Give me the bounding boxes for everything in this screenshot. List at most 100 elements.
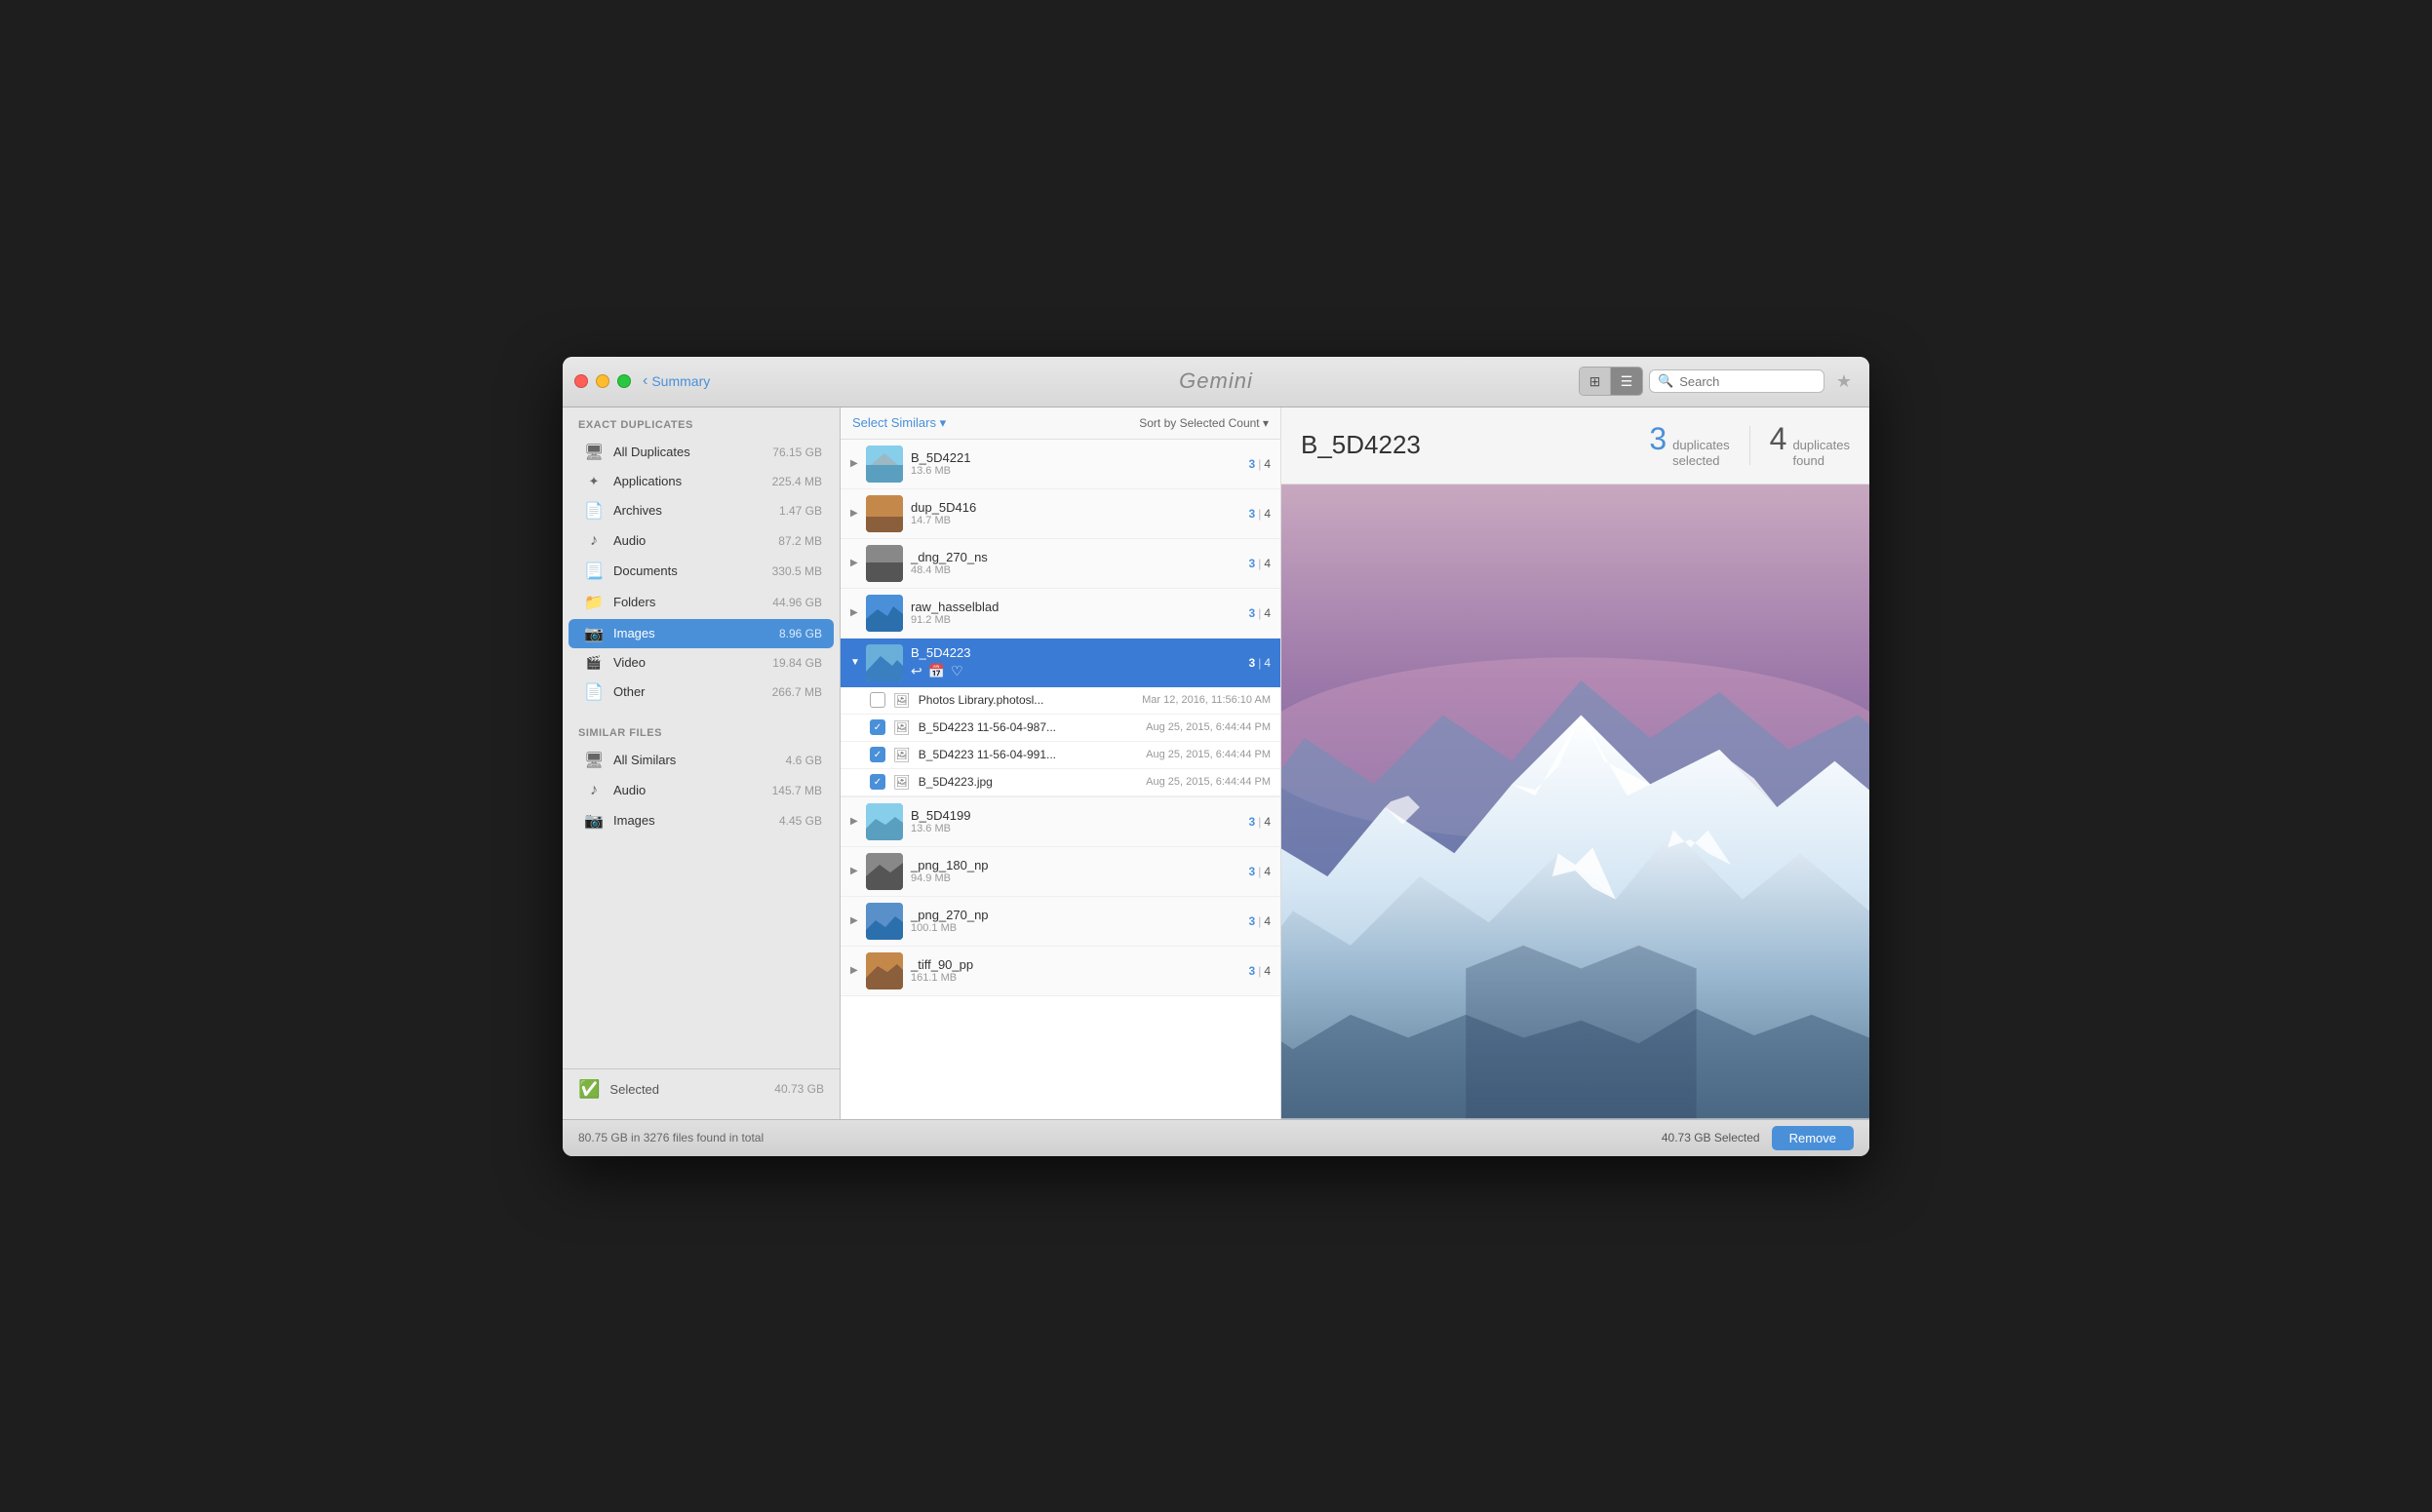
group-arrow-B_5D4199: ▶ bbox=[850, 816, 866, 827]
file-group-header-dup_5D416[interactable]: ▶ dup_5D416 14.7 MB 3 | 4 bbox=[841, 489, 1280, 538]
group-info-dng_270_ns: _dng_270_ns 48.4 MB bbox=[911, 550, 1249, 576]
group-name-B_5D4221: B_5D4221 bbox=[911, 450, 1249, 465]
checkbox-b5d4223-987[interactable]: ✓ bbox=[870, 719, 885, 735]
preview-title: B_5D4223 bbox=[1301, 430, 1629, 460]
sidebar-size-sim-images: 4.45 GB bbox=[779, 814, 822, 828]
titlebar-right: ⊞ ☰ 🔍 ★ bbox=[1579, 367, 1858, 396]
sidebar-label-video: Video bbox=[613, 655, 763, 670]
file-subitem-b5d4223-991[interactable]: ✓ 🖼 B_5D4223 11-56-04-991... Aug 25, 201… bbox=[841, 742, 1280, 769]
stat-selected: 3 duplicatesselected bbox=[1649, 421, 1729, 471]
stat-found: 4 duplicatesfound bbox=[1770, 421, 1850, 471]
file-name-b5d4223-991: B_5D4223 11-56-04-991... bbox=[919, 748, 1138, 761]
sidebar-item-images[interactable]: 📷 Images 8.96 GB bbox=[569, 619, 834, 648]
group-size-B_5D4221: 13.6 MB bbox=[911, 465, 1249, 477]
grid-view-button[interactable]: ⊞ bbox=[1580, 368, 1611, 395]
group-thumb-dup_5D416 bbox=[866, 495, 903, 532]
preview-panel: B_5D4223 3 duplicatesselected 4 duplicat… bbox=[1281, 407, 1869, 1119]
action-heart-icon[interactable]: ♡ bbox=[951, 663, 963, 679]
file-date-b5d4223-991: Aug 25, 2015, 6:44:44 PM bbox=[1146, 749, 1271, 760]
group-info-raw_hasselblad: raw_hasselblad 91.2 MB bbox=[911, 600, 1249, 626]
preview-stats: 3 duplicatesselected 4 duplicatesfound bbox=[1649, 421, 1850, 471]
sidebar-item-folders[interactable]: 📁 Folders 44.96 GB bbox=[569, 588, 834, 617]
select-similars-button[interactable]: Select Similars ▾ bbox=[852, 415, 946, 431]
sort-label: Sort by Selected Count ▾ bbox=[1139, 416, 1269, 430]
status-selected-text: 40.73 GB Selected bbox=[1662, 1131, 1760, 1144]
stat-num-found: 4 bbox=[1770, 421, 1787, 457]
action-calendar-icon[interactable]: 📅 bbox=[928, 663, 945, 679]
images-icon: 📷 bbox=[584, 624, 604, 643]
file-type-b5d4223-jpg: 🖼 bbox=[893, 774, 911, 791]
other-icon: 📄 bbox=[584, 682, 604, 702]
sidebar-item-applications[interactable]: ✦ Applications 225.4 MB bbox=[569, 469, 834, 494]
minimize-button[interactable] bbox=[596, 374, 609, 388]
group-size-B_5D4199: 13.6 MB bbox=[911, 823, 1249, 834]
group-size-png_180_np: 94.9 MB bbox=[911, 872, 1249, 884]
back-button[interactable]: ‹ Summary bbox=[643, 372, 710, 390]
group-arrow-tiff_90_pp: ▶ bbox=[850, 965, 866, 976]
remove-button[interactable]: Remove bbox=[1772, 1126, 1854, 1150]
file-group-header-tiff_90_pp[interactable]: ▶ _tiff_90_pp 161.1 MB 3 | 4 bbox=[841, 947, 1280, 995]
selected-size: 40.73 GB bbox=[774, 1082, 824, 1096]
audio-icon: ♪ bbox=[584, 532, 604, 550]
sidebar-item-sim-images[interactable]: 📷 Images 4.45 GB bbox=[569, 806, 834, 835]
sidebar-size-audio: 87.2 MB bbox=[778, 534, 822, 548]
close-button[interactable] bbox=[574, 374, 588, 388]
file-group-dng_270_ns: ▶ _dng_270_ns 48.4 MB 3 | 4 bbox=[841, 539, 1280, 589]
group-thumb-tiff_90_pp bbox=[866, 952, 903, 989]
sidebar-item-all-duplicates[interactable]: 🖥 All Duplicates 76.15 GB bbox=[569, 438, 834, 467]
stat-num-selected: 3 bbox=[1649, 421, 1667, 457]
file-group-header-B_5D4223[interactable]: ▼ B_5D4223 ↩ 📅 ♡ bbox=[841, 639, 1280, 687]
stat-divider bbox=[1749, 426, 1750, 465]
group-thumb-png_180_np bbox=[866, 853, 903, 890]
sidebar-item-archives[interactable]: 📄 Archives 1.47 GB bbox=[569, 496, 834, 525]
sort-button[interactable]: Sort by Selected Count ▾ bbox=[1139, 416, 1269, 430]
stat-label-found: duplicatesfound bbox=[1792, 438, 1850, 471]
search-input[interactable] bbox=[1679, 374, 1816, 389]
group-thumb-B_5D4223 bbox=[866, 644, 903, 681]
documents-icon: 📃 bbox=[584, 562, 604, 581]
file-name-photos-lib: Photos Library.photosl... bbox=[919, 693, 1134, 707]
file-group-header-png_270_np[interactable]: ▶ _png_270_np 100.1 MB 3 | 4 bbox=[841, 897, 1280, 946]
sidebar-item-other[interactable]: 📄 Other 266.7 MB bbox=[569, 678, 834, 707]
group-count-B_5D4223: 3 | 4 bbox=[1249, 656, 1272, 670]
similar-files-header: Similar Files bbox=[563, 716, 840, 745]
file-type-photos-lib: 🖼 bbox=[893, 692, 911, 709]
file-group-header-raw_hasselblad[interactable]: ▶ raw_hasselblad 91.2 MB 3 | 4 bbox=[841, 589, 1280, 638]
checkbox-b5d4223-jpg[interactable]: ✓ bbox=[870, 774, 885, 790]
sidebar-size-applications: 225.4 MB bbox=[772, 475, 822, 488]
file-subitem-b5d4223-jpg[interactable]: ✓ 🖼 B_5D4223.jpg Aug 25, 2015, 6:44:44 P… bbox=[841, 769, 1280, 796]
sidebar-item-documents[interactable]: 📃 Documents 330.5 MB bbox=[569, 557, 834, 586]
sidebar-label-applications: Applications bbox=[613, 474, 763, 488]
group-arrow-png_270_np: ▶ bbox=[850, 915, 866, 926]
file-group-header-B_5D4221[interactable]: ▶ B_5D4221 13.6 MB 3 | 4 bbox=[841, 440, 1280, 488]
back-label: Summary bbox=[651, 373, 710, 389]
search-bar[interactable]: 🔍 bbox=[1649, 369, 1824, 393]
file-subitem-b5d4223-987[interactable]: ✓ 🖼 B_5D4223 11-56-04-987... Aug 25, 201… bbox=[841, 715, 1280, 742]
file-group-header-B_5D4199[interactable]: ▶ B_5D4199 13.6 MB 3 | 4 bbox=[841, 797, 1280, 846]
star-button[interactable]: ★ bbox=[1830, 368, 1858, 395]
file-group-raw_hasselblad: ▶ raw_hasselblad 91.2 MB 3 | 4 bbox=[841, 589, 1280, 639]
action-move-icon[interactable]: ↩ bbox=[911, 663, 922, 679]
list-view-button[interactable]: ☰ bbox=[1611, 368, 1642, 395]
checkbox-photos-lib[interactable] bbox=[870, 692, 885, 708]
sim-images-icon: 📷 bbox=[584, 811, 604, 831]
file-group-header-dng_270_ns[interactable]: ▶ _dng_270_ns 48.4 MB 3 | 4 bbox=[841, 539, 1280, 588]
file-subitem-photos-lib[interactable]: 🖼 Photos Library.photosl... Mar 12, 2016… bbox=[841, 687, 1280, 715]
maximize-button[interactable] bbox=[617, 374, 631, 388]
sidebar-size-all-duplicates: 76.15 GB bbox=[772, 446, 822, 459]
group-arrow-dup_5D416: ▶ bbox=[850, 508, 866, 519]
group-name-B_5D4199: B_5D4199 bbox=[911, 808, 1249, 823]
app-window: ‹ Summary Gemini ⊞ ☰ 🔍 ★ Exa bbox=[563, 357, 1869, 1156]
checkbox-b5d4223-991[interactable]: ✓ bbox=[870, 747, 885, 762]
sidebar-item-sim-audio[interactable]: ♪ Audio 145.7 MB bbox=[569, 777, 834, 804]
file-group-header-png_180_np[interactable]: ▶ _png_180_np 94.9 MB 3 | 4 bbox=[841, 847, 1280, 896]
sidebar-item-video[interactable]: 🎬 Video 19.84 GB bbox=[569, 650, 834, 676]
sidebar-item-all-similars[interactable]: 🖥 All Similars 4.6 GB bbox=[569, 746, 834, 775]
file-list-header: Select Similars ▾ Sort by Selected Count… bbox=[841, 407, 1280, 440]
sidebar-item-audio[interactable]: ♪ Audio 87.2 MB bbox=[569, 527, 834, 555]
chevron-left-icon: ‹ bbox=[643, 372, 647, 390]
file-list-scroll[interactable]: ▶ B_5D4221 13.6 MB 3 | 4 bbox=[841, 440, 1280, 1119]
sidebar-label-archives: Archives bbox=[613, 503, 769, 518]
search-icon: 🔍 bbox=[1658, 373, 1673, 389]
archives-icon: 📄 bbox=[584, 501, 604, 521]
